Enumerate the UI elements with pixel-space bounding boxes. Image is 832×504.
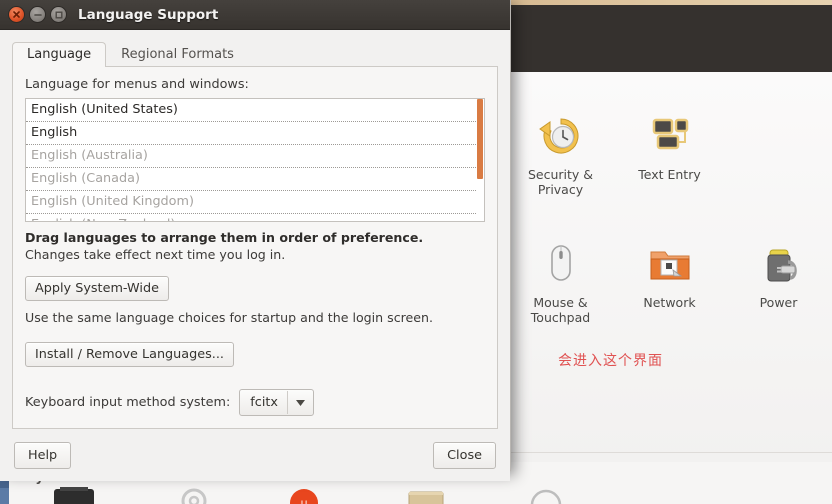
settings-header-bar <box>506 5 832 73</box>
settings-item-label: Text Entry <box>638 167 701 182</box>
settings-item-label: Mouse & Touchpad <box>513 295 609 325</box>
dialog-body: Language Regional Formats Language for m… <box>0 30 510 429</box>
backups-icon[interactable] <box>400 487 452 504</box>
list-scrollbar[interactable] <box>476 99 484 221</box>
changes-hint: Changes take effect next time you log in… <box>25 247 485 262</box>
drag-hint: Drag languages to arrange them in order … <box>25 230 485 245</box>
close-button[interactable]: Close <box>433 442 496 469</box>
help-button[interactable]: Help <box>14 442 71 469</box>
dialog-title-bar[interactable]: Language Support <box>0 0 510 30</box>
settings-item-label: Power <box>760 295 798 310</box>
settings-item-network[interactable]: Network <box>615 240 724 325</box>
settings-item-label: Network <box>643 295 695 310</box>
language-list-label: Language for menus and windows: <box>25 77 485 92</box>
network-icon <box>646 240 694 288</box>
security-privacy-icon <box>537 112 585 160</box>
input-method-row: Keyboard input method system: fcitx <box>25 389 485 416</box>
settings-row-personal: Security & Privacy Text Entry <box>506 112 724 197</box>
list-scrollbar-thumb[interactable] <box>477 99 483 179</box>
section-divider <box>506 452 832 453</box>
apply-description: Use the same language choices for startu… <box>25 310 485 325</box>
input-method-value: fcitx <box>240 395 287 410</box>
tab-strip: Language Regional Formats <box>12 40 498 67</box>
text-entry-icon <box>646 112 694 160</box>
maximize-icon[interactable] <box>51 7 66 22</box>
chevron-down-icon <box>288 400 313 406</box>
settings-row-hardware: Mouse & Touchpad Network <box>506 240 832 325</box>
dialog-footer: Help Close <box>0 429 510 481</box>
install-remove-languages-button[interactable]: Install / Remove Languages... <box>25 342 234 367</box>
power-icon <box>755 240 803 288</box>
svg-text:U: U <box>301 500 308 504</box>
unity-launcher-lower[interactable] <box>0 488 9 504</box>
tab-regional-formats[interactable]: Regional Formats <box>106 42 249 67</box>
ubuntu-software-icon[interactable]: U <box>278 487 330 504</box>
printer-icon[interactable] <box>48 487 100 504</box>
input-method-label: Keyboard input method system: <box>25 395 230 410</box>
settings-item-label: Security & Privacy <box>513 167 609 197</box>
language-support-dialog: Language Support Language Regional Forma… <box>0 0 511 471</box>
list-item[interactable]: English (United Kingdom) <box>26 191 484 214</box>
settings-item-power[interactable]: Power <box>724 240 832 325</box>
list-item[interactable]: English (United States) <box>26 99 484 122</box>
screen: Security & Privacy Text Entry <box>0 0 832 504</box>
language-list[interactable]: English (United States) English English … <box>25 98 485 222</box>
annotation-text: 会进入这个界面 <box>558 350 663 370</box>
tab-language[interactable]: Language <box>12 42 106 67</box>
settings-item-mouse-touchpad[interactable]: Mouse & Touchpad <box>506 240 615 325</box>
apply-system-wide-button[interactable]: Apply System-Wide <box>25 276 169 301</box>
list-item[interactable]: English (New Zealand) <box>26 214 484 222</box>
time-date-icon[interactable] <box>520 487 572 504</box>
close-icon[interactable] <box>9 7 24 22</box>
settings-item-text-entry[interactable]: Text Entry <box>615 112 724 197</box>
settings-item-security-privacy[interactable]: Security & Privacy <box>506 112 615 197</box>
apply-row: Apply System-Wide <box>25 276 485 301</box>
list-item[interactable]: English <box>26 122 484 145</box>
list-item[interactable]: English (Canada) <box>26 168 484 191</box>
mouse-touchpad-icon <box>537 240 585 288</box>
list-item[interactable]: English (Australia) <box>26 145 484 168</box>
input-method-dropdown[interactable]: fcitx <box>239 389 314 416</box>
details-gear-icon[interactable] <box>168 487 220 504</box>
install-row: Install / Remove Languages... <box>25 342 485 367</box>
language-tab-panel: Language for menus and windows: English … <box>12 67 498 429</box>
dialog-title: Language Support <box>78 7 218 23</box>
minimize-icon[interactable] <box>30 7 45 22</box>
